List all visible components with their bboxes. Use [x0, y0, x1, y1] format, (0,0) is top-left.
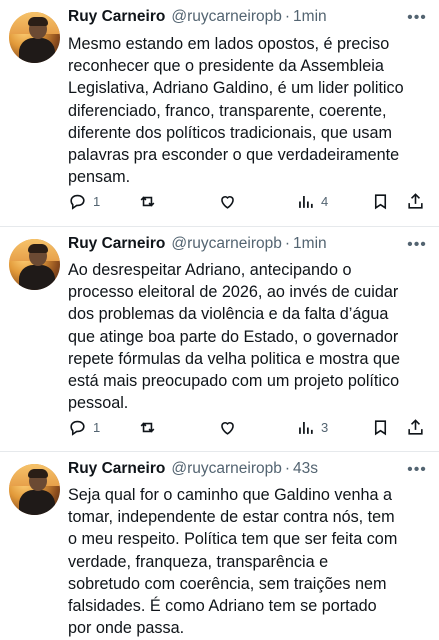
share-button[interactable] — [406, 191, 425, 211]
retweet-button[interactable] — [138, 191, 157, 211]
reply-button[interactable]: 1 — [68, 191, 100, 211]
tweet-header: Ruy Carneiro @ruycarneiropb · 1min — [68, 8, 327, 30]
more-icon[interactable]: ••• — [405, 237, 429, 253]
avatar[interactable] — [9, 239, 60, 290]
like-button[interactable] — [218, 191, 237, 211]
reply-count: 1 — [93, 419, 101, 435]
bookmark-icon — [374, 419, 387, 435]
retweet-icon — [140, 421, 155, 433]
timestamp[interactable]: 43s — [293, 460, 318, 478]
reply-icon — [70, 194, 85, 210]
bookmark-icon — [374, 193, 387, 209]
views-count: 4 — [321, 193, 329, 209]
views-button[interactable]: 4 — [296, 191, 328, 211]
reply-icon — [70, 420, 85, 436]
author-handle[interactable]: @ruycarneiropb — [171, 8, 282, 26]
like-icon — [221, 421, 234, 435]
tweet-2[interactable]: Ruy Carneiro @ruycarneiropb · 1min ••• A… — [0, 227, 439, 451]
tweet-1[interactable]: Ruy Carneiro @ruycarneiropb · 1min ••• M… — [0, 0, 439, 226]
tweet-text: Seja qual for o caminho que Galdino venh… — [68, 486, 398, 638]
retweet-icon — [140, 195, 155, 207]
retweet-button[interactable] — [138, 417, 157, 437]
views-icon — [299, 421, 313, 434]
author-name[interactable]: Ruy Carneiro — [68, 8, 165, 26]
author-handle[interactable]: @ruycarneiropb — [171, 235, 282, 253]
bookmark-button[interactable] — [371, 191, 390, 211]
bookmark-button[interactable] — [371, 417, 390, 437]
reply-count: 1 — [93, 193, 101, 209]
avatar[interactable] — [9, 12, 60, 63]
tweet-text: Mesmo estando em lados opostos, é precis… — [68, 35, 404, 187]
views-button[interactable]: 3 — [296, 417, 328, 437]
tweet-header: Ruy Carneiro @ruycarneiropb · 43s — [68, 460, 318, 482]
separator-dot: · — [284, 235, 291, 252]
reply-button[interactable]: 1 — [68, 417, 100, 437]
tweet-text: Ao desrespeitar Adriano, antecipando o p… — [68, 261, 401, 413]
more-icon[interactable]: ••• — [405, 462, 429, 478]
tweet-actions: 1 4 — [68, 191, 428, 211]
author-name[interactable]: Ruy Carneiro — [68, 460, 165, 478]
share-button[interactable] — [406, 417, 425, 437]
timestamp[interactable]: 1min — [293, 235, 327, 253]
views-count: 3 — [321, 419, 329, 435]
like-button[interactable] — [218, 417, 237, 437]
timestamp[interactable]: 1min — [293, 8, 327, 26]
tweet-header: Ruy Carneiro @ruycarneiropb · 1min — [68, 235, 327, 257]
views-icon — [299, 195, 313, 208]
like-icon — [221, 195, 234, 209]
more-icon[interactable]: ••• — [405, 10, 429, 26]
separator-dot: · — [284, 460, 291, 477]
tweet-actions: 1 3 — [68, 417, 428, 437]
author-handle[interactable]: @ruycarneiropb — [171, 460, 282, 478]
tweet-3[interactable]: Ruy Carneiro @ruycarneiropb · 43s ••• Se… — [0, 452, 439, 640]
share-icon — [408, 192, 423, 209]
share-icon — [408, 418, 423, 435]
avatar[interactable] — [9, 464, 60, 515]
separator-dot: · — [284, 8, 291, 25]
author-name[interactable]: Ruy Carneiro — [68, 235, 165, 253]
